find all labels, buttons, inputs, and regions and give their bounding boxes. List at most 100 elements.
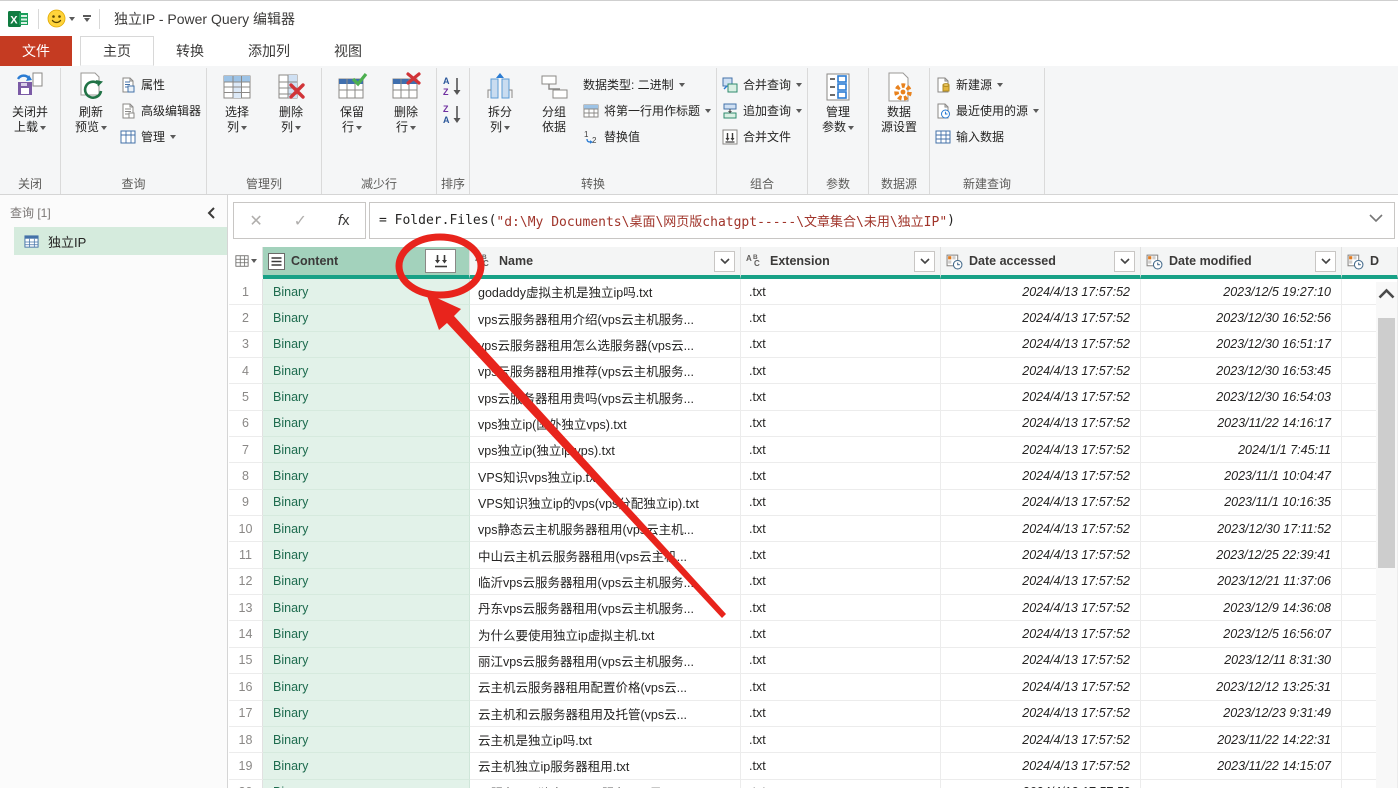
name-cell[interactable]: vps云服务器租用怎么选服务器(vps云... [470,332,741,358]
date-modified-cell[interactable]: 2023/12/30 17:11:52 [1141,516,1342,542]
name-cell[interactable]: VPS知识独立ip的vps(vps分配独立ip).txt [470,490,741,516]
sort-descending-button[interactable]: ZA [440,102,466,126]
append-queries-button[interactable]: 追加查询 [722,99,802,122]
name-cell[interactable]: vps云服务器租用介绍(vps云主机服务... [470,305,741,331]
column-header-name[interactable]: Name [470,247,741,279]
extension-cell[interactable]: .txt [741,674,941,700]
content-cell[interactable]: Binary [263,332,470,358]
extension-cell[interactable]: .txt [741,437,941,463]
date-modified-cell[interactable]: 2023/11/1 10:16:35 [1141,490,1342,516]
content-cell[interactable]: Binary [263,780,470,788]
content-cell[interactable]: Binary [263,411,470,437]
name-cell[interactable]: vps云服务器租用推荐(vps云主机服务... [470,358,741,384]
choose-columns-button[interactable]: 选择 列 [210,68,264,135]
name-cell[interactable]: 为什么要使用独立ip虚拟主机.txt [470,621,741,647]
date-accessed-cell[interactable]: 2024/4/13 17:57:52 [941,332,1141,358]
name-cell[interactable]: 丹东vps云服务器租用(vps云主机服务... [470,595,741,621]
expand-formula-bar-icon[interactable] [1368,212,1384,224]
row-number-cell[interactable]: 1 [229,279,263,305]
date-modified-cell[interactable]: 2023/12/12 13:25:31 [1141,674,1342,700]
extension-cell[interactable]: .txt [741,727,941,753]
date-modified-cell[interactable]: 2023/12/23 9:31:49 [1141,701,1342,727]
date-modified-cell[interactable]: 2023/11/22 14:15:07 [1141,753,1342,779]
date-accessed-cell[interactable]: 2024/4/13 17:57:52 [941,411,1141,437]
name-cell[interactable]: 云服务器...独立ip吗 云服务器...是... [470,780,741,788]
date-accessed-cell[interactable]: 2024/4/13 17:57:52 [941,621,1141,647]
fx-icon[interactable]: fx [338,212,350,229]
row-number-cell[interactable]: 2 [229,305,263,331]
vertical-scrollbar[interactable] [1376,282,1397,788]
name-cell[interactable]: 云主机独立ip服务器租用.txt [470,753,741,779]
date-modified-cell[interactable]: 2023/12/9 14:36:08 [1141,595,1342,621]
date-accessed-cell[interactable]: 2024/4/13 17:57:52 [941,279,1141,305]
content-cell[interactable]: Binary [263,569,470,595]
date-modified-cell[interactable]: 2023/12/30 16:53:45 [1141,358,1342,384]
date-accessed-cell[interactable]: 2024/4/13 17:57:52 [941,463,1141,489]
date-modified-cell[interactable]: 2023/12/21 11:37:06 [1141,569,1342,595]
date-accessed-cell[interactable]: 2024/4/13 17:57:52 [941,727,1141,753]
row-number-cell[interactable]: 20 [229,780,263,788]
name-cell[interactable]: 云主机和云服务器租用及托管(vps云... [470,701,741,727]
row-number-cell[interactable]: 11 [229,542,263,568]
date-accessed-cell[interactable]: 2024/4/13 17:57:52 [941,648,1141,674]
customize-quick-access-toolbar-button[interactable] [83,15,91,22]
date-accessed-cell[interactable]: 2024/4/13 17:57:52 [941,358,1141,384]
content-cell[interactable]: Binary [263,542,470,568]
properties-button[interactable]: 属性 [120,73,201,96]
date-accessed-cell[interactable]: 2024/4/13 17:57:52 [941,753,1141,779]
name-cell[interactable]: 中山云主机云服务器租用(vps云主机... [470,542,741,568]
collapse-pane-icon[interactable] [205,206,217,220]
name-cell[interactable]: vps云服务器租用贵吗(vps云主机服务... [470,384,741,410]
tab-view[interactable]: 视图 [312,36,384,66]
content-cell[interactable]: Binary [263,279,470,305]
extension-cell[interactable]: .txt [741,648,941,674]
content-cell[interactable]: Binary [263,674,470,700]
column-header-date-modified[interactable]: Date modified [1141,247,1342,279]
content-cell[interactable]: Binary [263,727,470,753]
content-cell[interactable]: Binary [263,595,470,621]
content-cell[interactable]: Binary [263,516,470,542]
date-modified-cell[interactable]: 2024/1/1 7:45:11 [1141,437,1342,463]
date-modified-cell[interactable]: 2023/12/25 22:39:41 [1141,542,1342,568]
content-cell[interactable]: Binary [263,358,470,384]
combine-files-header-button[interactable] [425,249,456,273]
date-accessed-cell[interactable]: 2024/4/13 17:57:52 [941,674,1141,700]
row-number-cell[interactable]: 7 [229,437,263,463]
extension-cell[interactable]: .txt [741,490,941,516]
date-modified-filter-button[interactable] [1315,251,1336,272]
name-cell[interactable]: godaddy虚拟主机是独立ip吗.txt [470,279,741,305]
name-cell[interactable]: 云主机云服务器租用配置价格(vps云... [470,674,741,700]
date-accessed-cell[interactable]: 2024/4/13 17:57:52 [941,384,1141,410]
advanced-editor-button[interactable]: 高级编辑器 [120,99,201,122]
scroll-up-icon[interactable] [1377,288,1396,300]
manage-button[interactable]: 管理 [120,125,201,148]
group-by-button[interactable]: 分组 依据 [527,68,581,135]
name-cell[interactable]: 临沂vps云服务器租用(vps云主机服务... [470,569,741,595]
close-and-load-button[interactable]: 关闭并 上载 [3,68,57,135]
date-accessed-cell[interactable]: 2024/4/13 17:57:52 [941,542,1141,568]
select-all-corner-button[interactable] [229,247,263,279]
date-modified-cell[interactable] [1141,780,1342,788]
row-number-cell[interactable]: 9 [229,490,263,516]
date-modified-cell[interactable]: 2023/12/30 16:51:17 [1141,332,1342,358]
enter-data-button[interactable]: 输入数据 [935,125,1039,148]
content-cell[interactable]: Binary [263,305,470,331]
extension-cell[interactable]: .txt [741,595,941,621]
name-cell[interactable]: 丽江vps云服务器租用(vps云主机服务... [470,648,741,674]
name-cell[interactable]: VPS知识vps独立ip.txt [470,463,741,489]
row-number-cell[interactable]: 13 [229,595,263,621]
content-cell[interactable]: Binary [263,701,470,727]
data-type-button[interactable]: 数据类型: 二进制 [583,73,711,96]
extension-cell[interactable]: .txt [741,621,941,647]
date-accessed-cell[interactable]: 2024/4/13 17:57:52 [941,780,1141,788]
extension-cell[interactable]: .txt [741,516,941,542]
content-cell[interactable]: Binary [263,621,470,647]
date-accessed-cell[interactable]: 2024/4/13 17:57:52 [941,701,1141,727]
extension-cell[interactable]: .txt [741,384,941,410]
name-filter-button[interactable] [714,251,735,272]
extension-cell[interactable]: .txt [741,305,941,331]
date-modified-cell[interactable]: 2023/11/22 14:22:31 [1141,727,1342,753]
content-cell[interactable]: Binary [263,753,470,779]
query-list-item[interactable]: 独立IP [14,227,227,255]
row-number-cell[interactable]: 19 [229,753,263,779]
